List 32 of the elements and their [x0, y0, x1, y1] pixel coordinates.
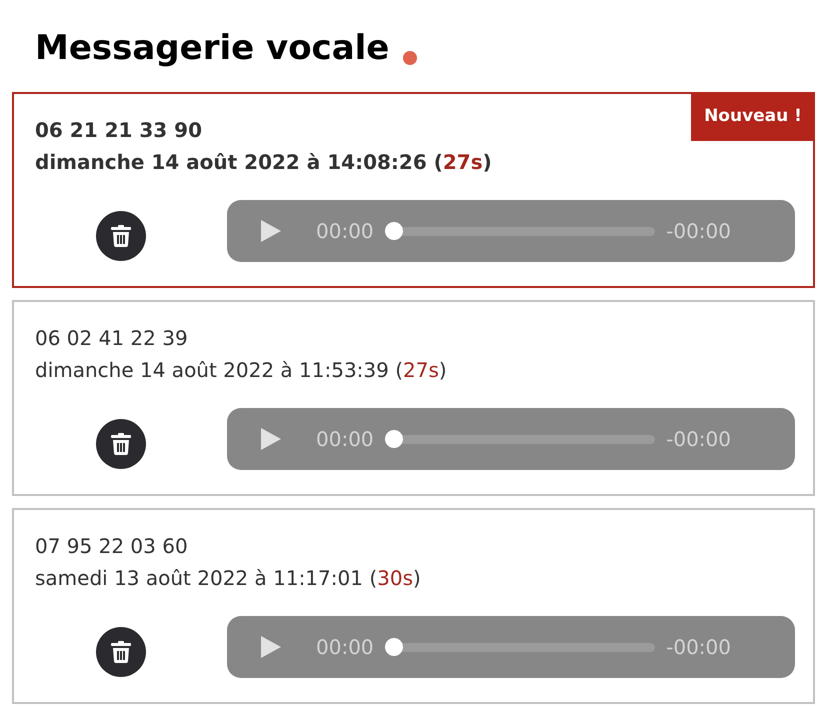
play-icon	[260, 635, 282, 659]
play-button[interactable]	[259, 218, 283, 244]
current-time: 00:00	[316, 218, 374, 245]
current-time: 00:00	[316, 634, 374, 661]
seek-thumb[interactable]	[384, 222, 403, 240]
page-title: Messagerie vocale	[35, 27, 390, 70]
date-line: dimanche 14 août 2022 à 11:53:39 (27s)	[35, 357, 447, 384]
new-badge: Nouveau !	[691, 93, 815, 141]
play-button[interactable]	[259, 426, 283, 452]
seek-thumb[interactable]	[384, 430, 403, 448]
delete-button[interactable]	[96, 419, 146, 469]
seek-slider[interactable]	[384, 638, 656, 656]
play-button[interactable]	[259, 634, 283, 660]
trash-icon	[110, 433, 130, 455]
delete-button[interactable]	[96, 627, 146, 677]
seek-thumb[interactable]	[384, 638, 403, 656]
delete-button[interactable]	[96, 211, 146, 261]
date-line: dimanche 14 août 2022 à 14:08:26 (27s)	[35, 149, 492, 176]
remaining-time: -00:00	[666, 426, 731, 453]
current-time: 00:00	[316, 426, 374, 453]
phone-number: 07 95 22 03 60	[35, 533, 188, 560]
seek-slider[interactable]	[384, 430, 656, 448]
play-icon	[260, 427, 282, 451]
trash-icon	[110, 225, 130, 247]
trash-icon	[110, 641, 130, 663]
seek-slider[interactable]	[384, 222, 656, 240]
remaining-time: -00:00	[666, 218, 731, 245]
phone-number: 06 02 41 22 39	[35, 325, 188, 352]
date-line: samedi 13 août 2022 à 11:17:01 (30s)	[35, 565, 421, 592]
play-icon	[260, 219, 282, 243]
remaining-time: -00:00	[666, 634, 731, 661]
phone-number: 06 21 21 33 90	[35, 117, 202, 144]
